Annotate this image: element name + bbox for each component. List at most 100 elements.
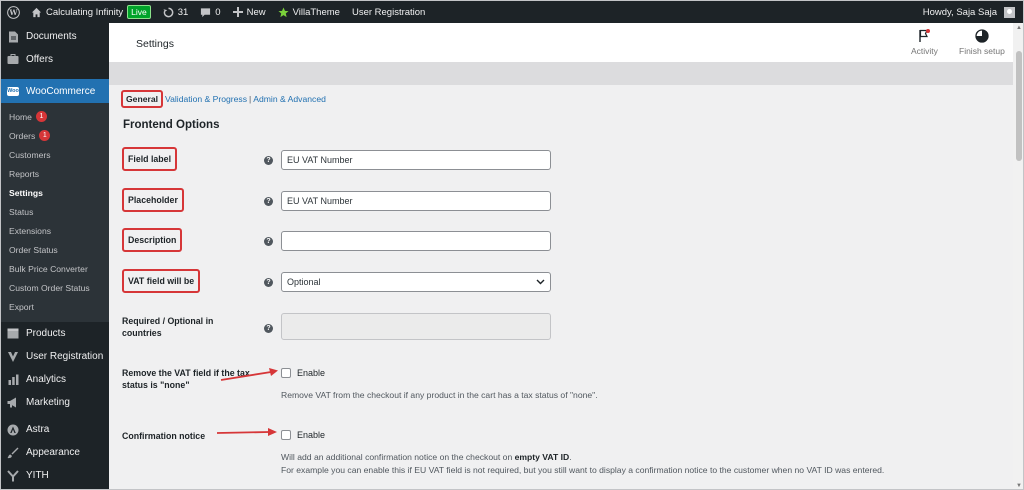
submenu-label: Home xyxy=(9,111,32,122)
scroll-thumb[interactable] xyxy=(1016,51,1022,161)
submenu-label: Bulk Price Converter xyxy=(9,263,88,274)
help-icon[interactable]: ? xyxy=(264,156,273,165)
checkbox-label: Enable xyxy=(297,368,326,378)
submenu-label: Export xyxy=(9,301,34,312)
field-label-input[interactable] xyxy=(281,150,551,170)
required-optional-label: Required / Optional in countries xyxy=(122,315,213,339)
menu-item-products[interactable]: Products xyxy=(1,322,109,345)
tab-validation-progress[interactable]: Validation & Progress xyxy=(165,94,247,104)
activity-label: Activity xyxy=(911,46,938,56)
villatheme-link[interactable]: VillaTheme xyxy=(272,1,346,23)
tab-separator: | xyxy=(249,94,252,104)
woocommerce-logo-icon: Woo xyxy=(7,86,19,96)
updates-link[interactable]: 31 xyxy=(157,1,195,23)
appearance-icon xyxy=(7,447,19,459)
submenu-item-bulk-price-converter[interactable]: Bulk Price Converter xyxy=(1,259,109,278)
confirmation-description-line2: For example you can enable this if EU VA… xyxy=(281,465,885,475)
menu-item-marketing[interactable]: Marketing xyxy=(1,391,109,414)
site-name-link[interactable]: Calculating Infinity Live xyxy=(25,1,157,23)
submenu-item-settings[interactable]: Settings xyxy=(1,183,109,202)
placeholder-label: Placeholder xyxy=(122,188,184,212)
submenu-label: Orders xyxy=(9,130,36,141)
annotation-arrow xyxy=(216,428,277,436)
tab-general[interactable]: General xyxy=(121,90,164,108)
new-label: New xyxy=(246,6,266,18)
submenu-item-reports[interactable]: Reports xyxy=(1,164,109,183)
help-icon[interactable]: ? xyxy=(264,237,273,246)
plus-icon xyxy=(232,7,243,17)
menu-item-yith[interactable]: YITH xyxy=(1,464,109,487)
woocommerce-submenu: Home 1 Orders 1 Customers Reports Settin… xyxy=(1,103,109,322)
section-tabs: General Validation & Progress | Admin & … xyxy=(121,90,326,108)
menu-item-astra[interactable]: Astra xyxy=(1,418,109,441)
confirmation-checkbox[interactable] xyxy=(281,430,291,440)
label-line: countries xyxy=(122,328,162,338)
placeholder-input[interactable] xyxy=(281,191,551,211)
menu-item-documents[interactable]: Documents xyxy=(1,25,109,48)
submenu-item-custom-order-status[interactable]: Custom Order Status xyxy=(1,278,109,297)
astra-icon xyxy=(7,424,19,436)
remove-vat-checkbox[interactable] xyxy=(281,368,291,378)
menu-label: Documents xyxy=(26,31,77,42)
my-account-link[interactable]: Howdy, Saja Saja xyxy=(917,1,1023,23)
scroll-up-icon[interactable]: ▲ xyxy=(1013,23,1023,33)
countries-multiselect[interactable] xyxy=(281,313,551,340)
admin-sidebar: Documents Offers Woo WooCommerce Home 1 … xyxy=(1,23,109,489)
submenu-label: Customers xyxy=(9,149,51,160)
submenu-item-status[interactable]: Status xyxy=(1,202,109,221)
user-registration-label: User Registration xyxy=(351,6,426,18)
menu-label: Products xyxy=(26,328,66,339)
finish-setup-button[interactable]: Finish setup xyxy=(959,29,1005,56)
admin-bar: W Calculating Infinity Live 31 0 New Vil… xyxy=(1,1,1023,23)
section-title: Frontend Options xyxy=(123,119,220,131)
new-content-link[interactable]: New xyxy=(227,1,272,23)
activity-button[interactable]: Activity xyxy=(911,29,938,56)
menu-label: WooCommerce xyxy=(26,85,96,97)
marketing-icon xyxy=(7,397,19,409)
description-label: Description xyxy=(122,228,183,252)
label-line: Required / Optional in xyxy=(122,316,214,326)
menu-item-offers[interactable]: Offers xyxy=(1,48,109,71)
avatar xyxy=(1004,6,1015,18)
user-registration-link[interactable]: User Registration xyxy=(346,1,431,23)
menu-item-analytics[interactable]: Analytics xyxy=(1,368,109,391)
wordpress-logo-icon[interactable]: W xyxy=(1,1,25,23)
menu-item-user-registration[interactable]: User Registration xyxy=(1,345,109,368)
star-icon xyxy=(278,6,289,17)
submenu-item-extensions[interactable]: Extensions xyxy=(1,221,109,240)
flag-icon xyxy=(919,29,931,42)
finish-setup-label: Finish setup xyxy=(959,46,1005,56)
confirmation-checkbox-row[interactable]: Enable xyxy=(281,430,325,440)
yith-icon xyxy=(7,469,19,482)
vat-field-select[interactable]: Optional xyxy=(281,272,551,292)
user-registration-icon xyxy=(7,351,19,363)
tab-admin-advanced[interactable]: Admin & Advanced xyxy=(253,94,326,104)
menu-label: Appearance xyxy=(26,447,80,458)
help-icon[interactable]: ? xyxy=(264,278,273,287)
menu-label: Offers xyxy=(26,54,54,65)
comments-link[interactable]: 0 xyxy=(194,1,226,23)
submenu-label: Reports xyxy=(9,168,40,179)
header-band xyxy=(109,63,1023,85)
menu-item-woocommerce[interactable]: Woo WooCommerce xyxy=(1,79,109,103)
submenu-item-order-status[interactable]: Order Status xyxy=(1,240,109,259)
menu-label: User Registration xyxy=(26,351,104,362)
description-input[interactable] xyxy=(281,231,551,251)
vat-field-label: VAT field will be xyxy=(122,269,201,293)
menu-label: Astra xyxy=(26,424,50,435)
scroll-down-icon[interactable]: ▼ xyxy=(1013,481,1023,489)
description-bold: empty VAT ID xyxy=(514,452,570,462)
submenu-item-home[interactable]: Home 1 xyxy=(1,107,109,126)
vertical-scrollbar[interactable]: ▲ ▼ xyxy=(1013,23,1023,489)
remove-vat-description: Remove VAT from the checkout if any prod… xyxy=(281,390,598,400)
submenu-item-orders[interactable]: Orders 1 xyxy=(1,126,109,145)
help-icon[interactable]: ? xyxy=(264,197,273,206)
menu-item-appearance[interactable]: Appearance xyxy=(1,441,109,464)
remove-vat-checkbox-row[interactable]: Enable xyxy=(281,368,325,378)
confirmation-notice-label: Confirmation notice xyxy=(122,431,206,441)
submenu-item-export[interactable]: Export xyxy=(1,297,109,316)
menu-label: YITH xyxy=(26,470,49,481)
comment-icon xyxy=(201,7,211,17)
submenu-item-customers[interactable]: Customers xyxy=(1,145,109,164)
help-icon[interactable]: ? xyxy=(264,324,273,333)
